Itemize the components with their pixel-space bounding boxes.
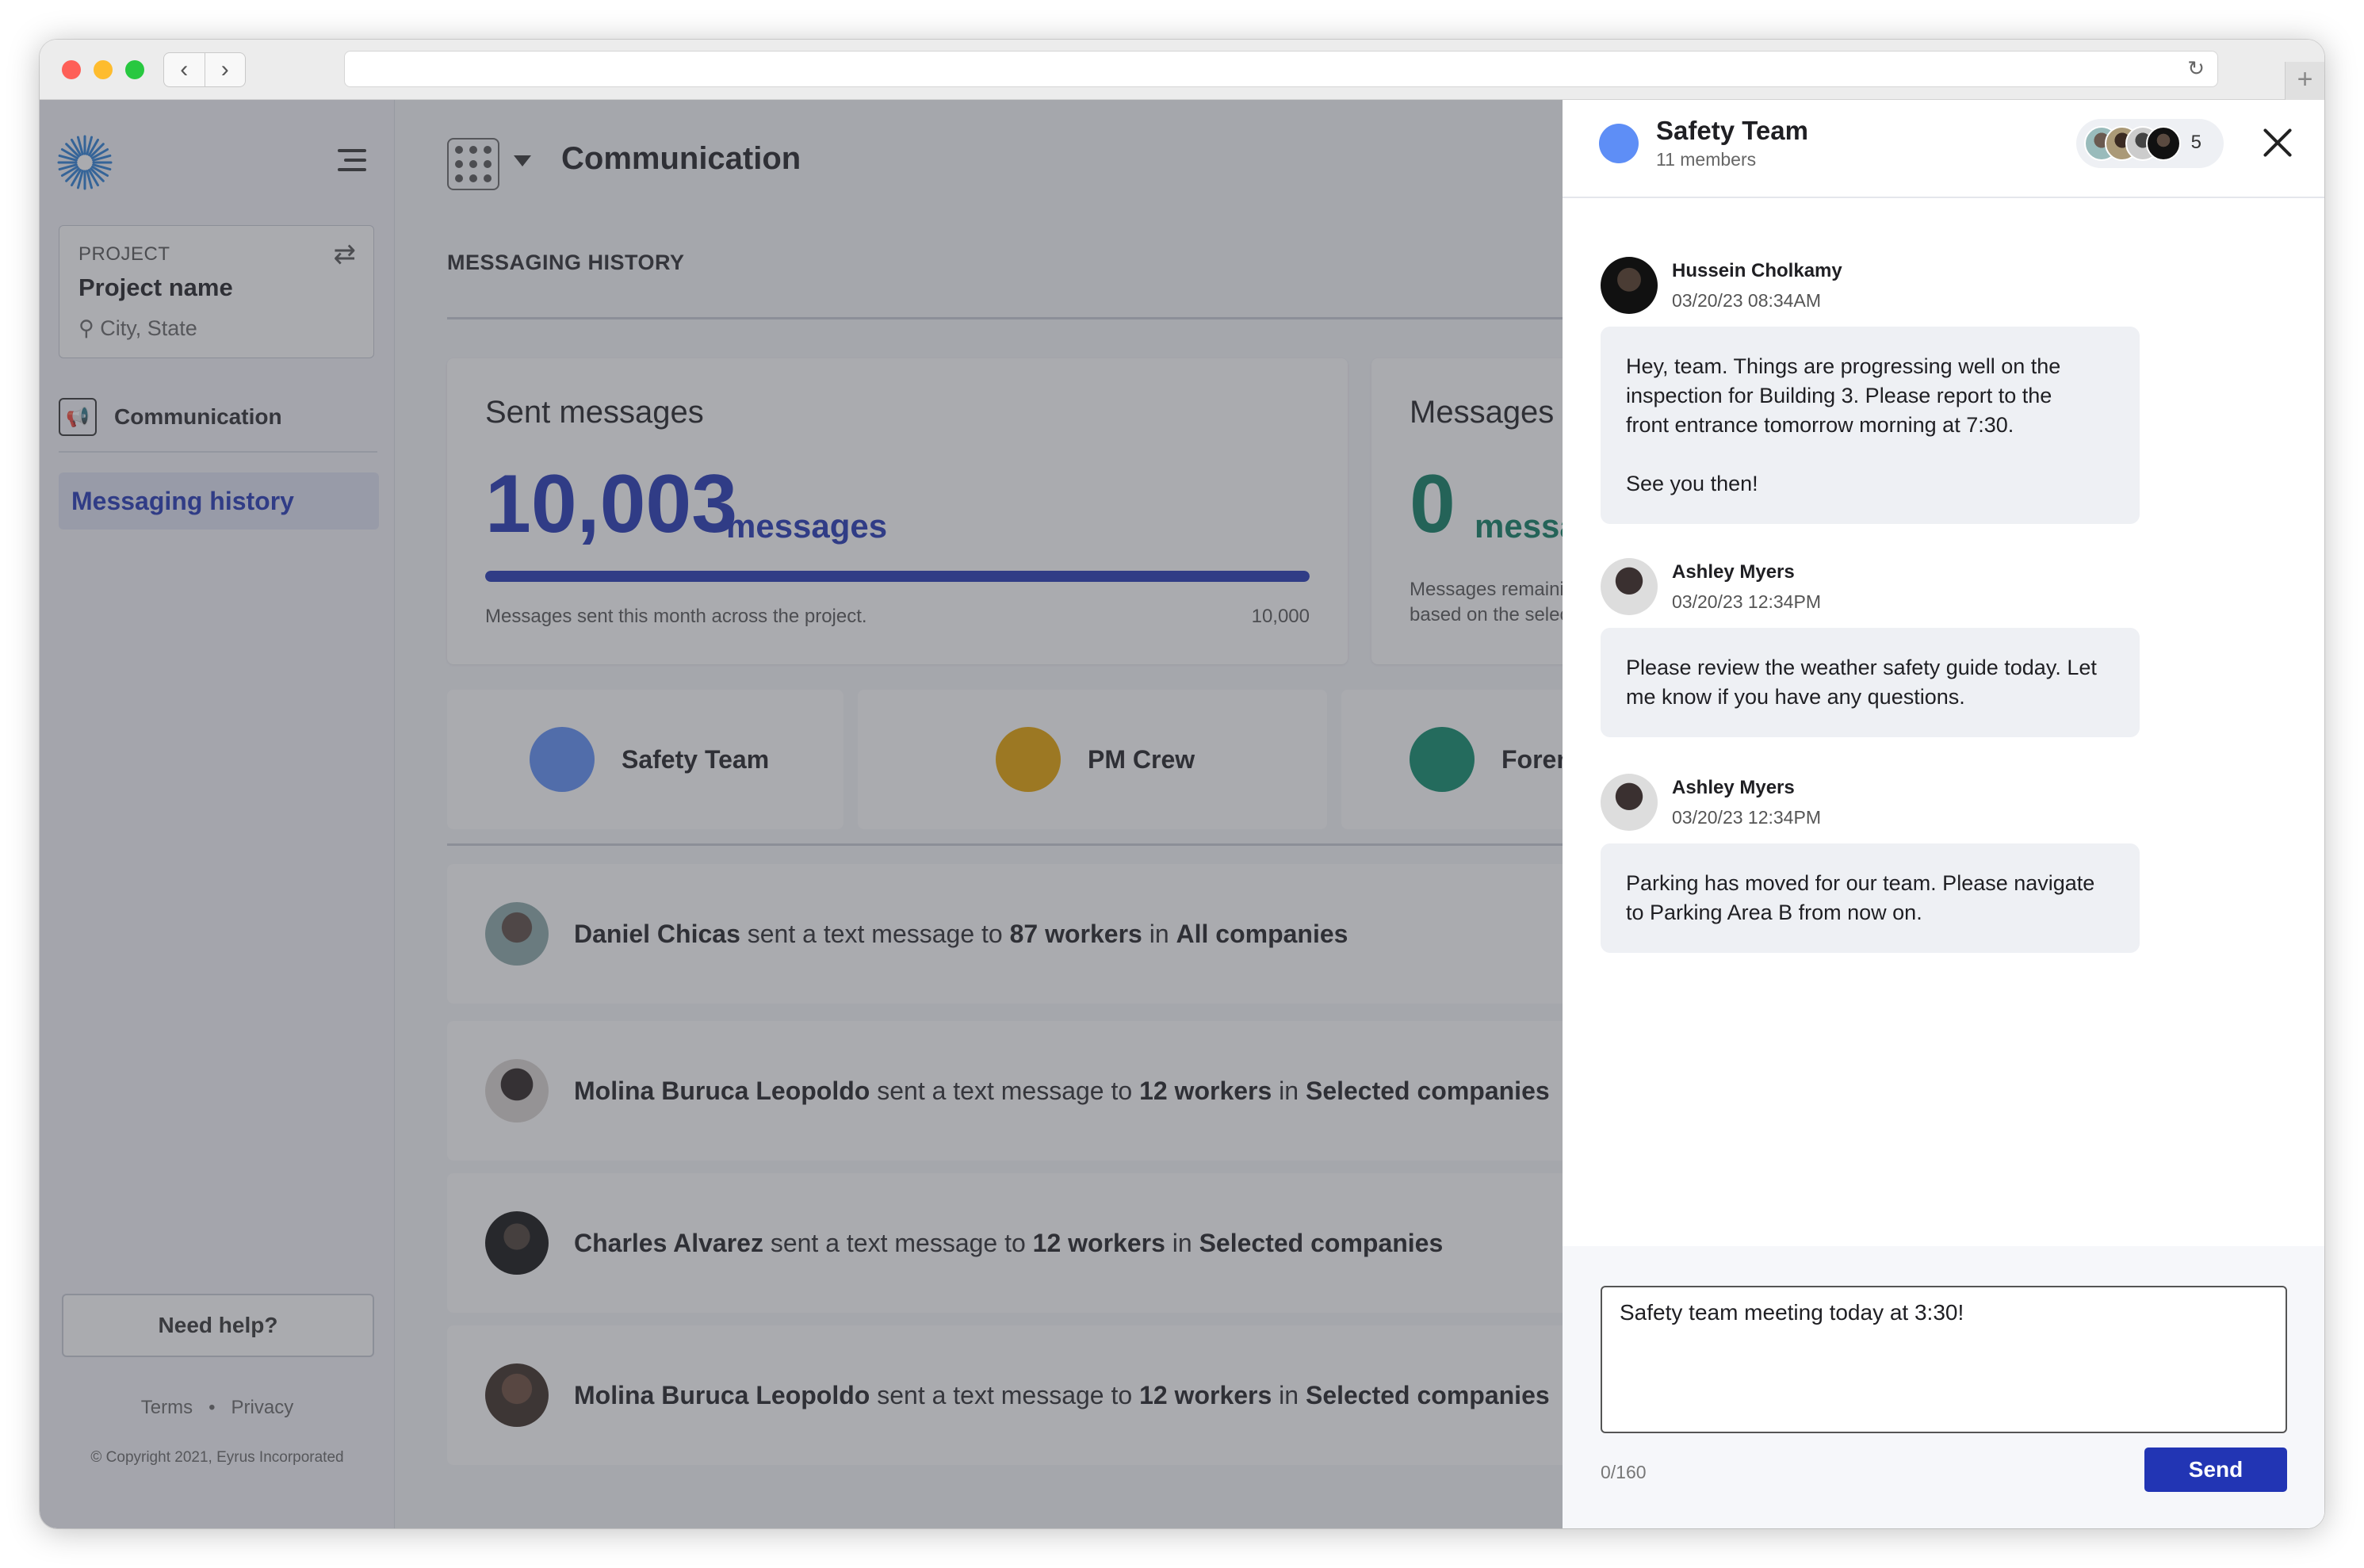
group-chat-drawer: Safety Team 11 members 5 Hussein Cholkam… bbox=[1563, 100, 2324, 1528]
back-button[interactable]: ‹ bbox=[164, 53, 205, 86]
message-time: 03/20/23 12:34PM bbox=[1672, 807, 1821, 828]
drawer-header: Safety Team 11 members 5 bbox=[1563, 100, 2324, 198]
app: PROJECT Project name ⚲ City, State ⇄ 📢 C… bbox=[40, 100, 2324, 1528]
avatar-overflow-count: 5 bbox=[2190, 132, 2201, 153]
message-author: Hussein Cholkamy bbox=[1672, 260, 1842, 281]
message-bubble: Hey, team. Things are progressing well o… bbox=[1601, 327, 2140, 524]
reload-icon[interactable]: ↻ bbox=[2187, 56, 2205, 81]
avatar bbox=[2146, 126, 2181, 161]
maximize-window-button[interactable] bbox=[125, 60, 144, 79]
message-bubble: Parking has moved for our team. Please n… bbox=[1601, 843, 2140, 953]
avatar bbox=[1601, 774, 1658, 831]
drawer-member-count: 11 members bbox=[1656, 149, 1757, 170]
send-button[interactable]: Send bbox=[2144, 1448, 2287, 1492]
minimize-window-button[interactable] bbox=[94, 60, 113, 79]
browser-window: ‹ › ↻ + PROJECT Project name ⚲ City, Sta… bbox=[40, 40, 2324, 1528]
message-input[interactable]: Safety team meeting today at 3:30! bbox=[1601, 1286, 2287, 1433]
message-author: Ashley Myers bbox=[1672, 777, 1795, 798]
compose-area: Safety team meeting today at 3:30! 0/160… bbox=[1563, 1246, 2324, 1528]
history-nav: ‹ › bbox=[163, 52, 246, 87]
close-icon[interactable] bbox=[2262, 127, 2293, 159]
character-counter: 0/160 bbox=[1601, 1462, 1647, 1482]
close-window-button[interactable] bbox=[62, 60, 81, 79]
message-time: 03/20/23 12:34PM bbox=[1672, 591, 1821, 612]
avatar bbox=[1601, 558, 1658, 615]
address-bar[interactable]: ↻ bbox=[344, 51, 2218, 87]
forward-button[interactable]: › bbox=[205, 53, 246, 86]
message-bubble: Please review the weather safety guide t… bbox=[1601, 628, 2140, 737]
drawer-group-name: Safety Team bbox=[1656, 116, 1808, 145]
new-tab-button[interactable]: + bbox=[2285, 62, 2324, 100]
member-avatars[interactable]: 5 bbox=[2076, 119, 2224, 168]
message-time: 03/20/23 08:34AM bbox=[1672, 290, 1821, 311]
message-author: Ashley Myers bbox=[1672, 561, 1795, 583]
browser-titlebar: ‹ › ↻ + bbox=[40, 40, 2324, 100]
avatar bbox=[1601, 257, 1658, 314]
group-color-dot bbox=[1599, 124, 1639, 163]
